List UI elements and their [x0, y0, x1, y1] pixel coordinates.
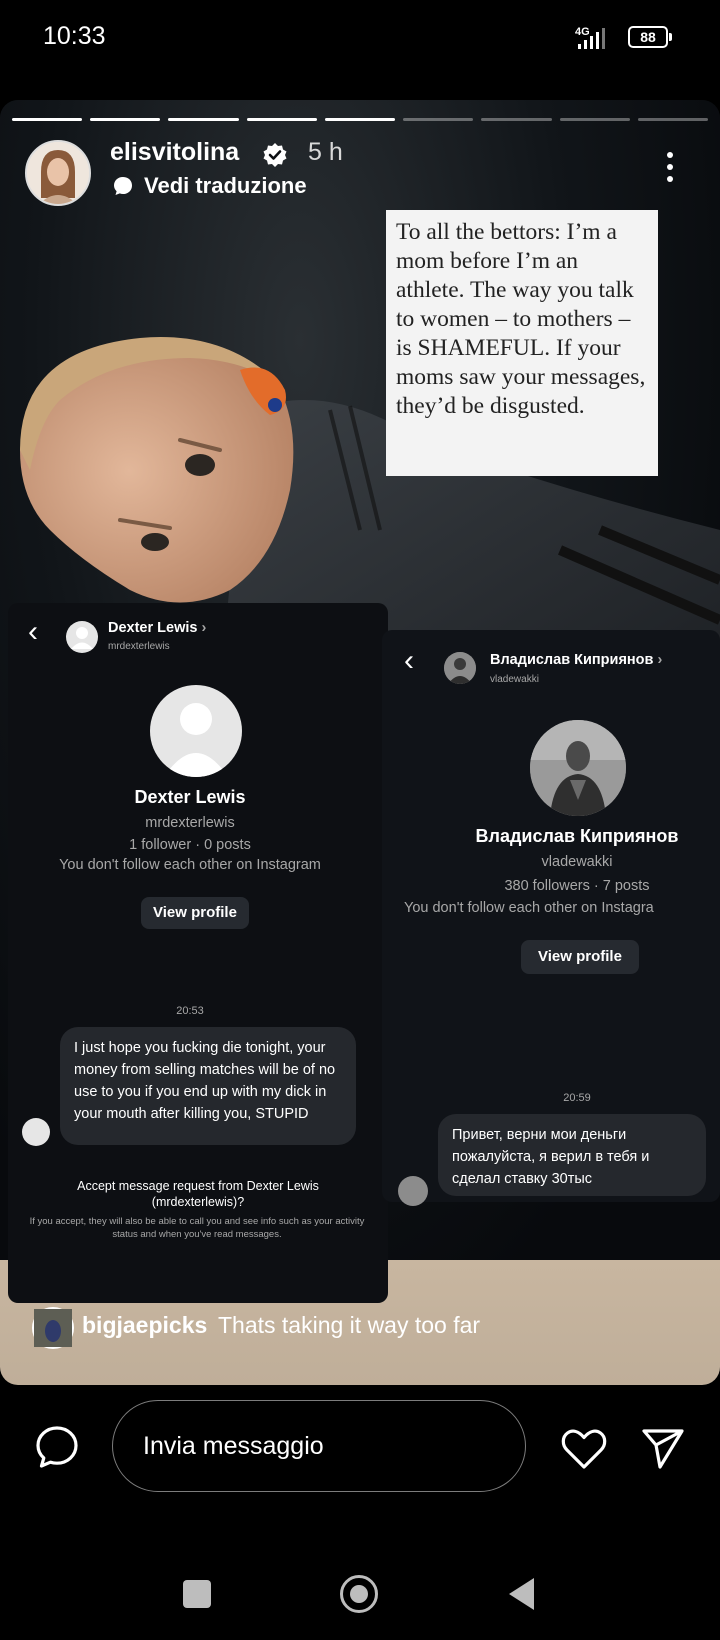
story-text-sticker: To all the bettors: I’m a mom before I’m…	[386, 210, 658, 476]
dm-profile-avatar	[530, 720, 626, 816]
dm-profile-name: Владислав Киприянов	[475, 826, 679, 846]
camera-comment-icon[interactable]	[34, 1424, 80, 1470]
dm-follow-note: You don't follow each other on Instagram	[59, 857, 321, 873]
home-button[interactable]	[340, 1575, 378, 1613]
speech-bubble-icon	[114, 177, 132, 195]
user-photo-icon	[530, 720, 626, 816]
story-progress-segment	[637, 118, 708, 121]
dm-message-bubble: Привет, верни мои деньги пожалуйста, я в…	[438, 1114, 706, 1196]
comment-text: Thats taking it way too far	[218, 1312, 481, 1338]
dm-avatar	[66, 621, 98, 653]
dm-profile-avatar	[150, 685, 242, 777]
default-avatar-icon	[164, 703, 228, 777]
story-progress-segment	[246, 118, 317, 121]
dm-header-handle: mrdexterlewis	[108, 641, 170, 652]
dm-sender-avatar	[398, 1176, 428, 1206]
message-input-placeholder: Invia messaggio	[143, 1432, 324, 1460]
dm-profile-name: Dexter Lewis	[134, 787, 246, 807]
story-progress	[12, 118, 708, 121]
comment-avatar	[32, 1307, 74, 1349]
dm-message-bubble: I just hope you fucking die tonight, you…	[60, 1027, 356, 1145]
status-bar: 10:33 4G 88	[0, 0, 720, 68]
dm-header-handle: vladewakki	[490, 674, 539, 685]
status-time: 10:33	[43, 22, 106, 50]
dm-sender-avatar	[22, 1118, 50, 1146]
message-request-title: Accept message request from Dexter Lewis…	[77, 1179, 319, 1209]
story-time: 5 h	[308, 138, 343, 166]
story-progress-segment	[481, 118, 552, 121]
dm-screenshot-left: ‹ Dexter Lewis › mrdexterlewis Dexter Le…	[8, 603, 388, 1303]
user-photo-icon	[444, 652, 476, 684]
dm-avatar	[444, 652, 476, 684]
story-progress-segment	[559, 118, 630, 121]
avatar-image	[27, 142, 89, 204]
verified-badge-icon	[263, 143, 287, 167]
story-progress-segment	[168, 118, 239, 121]
translate-button[interactable]: Vedi traduzione	[112, 173, 307, 199]
story-progress-segment	[12, 118, 83, 121]
battery-level: 88	[628, 26, 668, 48]
send-icon[interactable]	[640, 1425, 686, 1471]
default-avatar-icon	[71, 627, 93, 649]
back-chevron-icon: ‹	[28, 615, 38, 648]
story-progress-segment	[90, 118, 161, 121]
more-options-icon[interactable]	[660, 152, 680, 186]
story-progress-segment	[324, 118, 396, 121]
story-username[interactable]: elisvitolina	[110, 138, 239, 167]
dm-header-name: Владислав Киприянов ›	[490, 652, 663, 668]
comment-username: bigjaepicks	[82, 1312, 208, 1338]
dm-timestamp: 20:59	[563, 1092, 591, 1104]
story-avatar[interactable]	[25, 140, 91, 206]
view-profile-button: View profile	[521, 940, 639, 974]
comment-avatar-image	[34, 1309, 72, 1347]
dm-screenshot-right: ‹ Владислав Киприянов › vladewakki Влади…	[382, 630, 720, 1206]
message-request-note: If you accept, they will also be able to…	[29, 1216, 365, 1240]
back-chevron-icon: ‹	[404, 644, 414, 677]
battery-icon: 88	[628, 26, 672, 48]
dm-profile-stats: 1 follower · 0 posts	[129, 837, 251, 853]
story-viewer[interactable]: elisvitolina 5 h Vedi traduzione To all …	[0, 100, 720, 1385]
dm-follow-note: You don't follow each other on Instagra	[404, 900, 654, 916]
translate-label: Vedi traduzione	[144, 173, 307, 198]
dm-profile-handle: vladewakki	[541, 854, 613, 870]
view-profile-button: View profile	[141, 897, 249, 929]
dm-profile-stats: 380 followers · 7 posts	[504, 878, 650, 894]
heart-icon[interactable]	[560, 1427, 608, 1471]
dm-header-name: Dexter Lewis ›	[108, 620, 207, 636]
back-button-icon[interactable]	[506, 1576, 538, 1612]
story-progress-segment	[403, 118, 474, 121]
recents-button[interactable]	[183, 1580, 211, 1608]
signal-icon: 4G	[575, 26, 605, 49]
network-type: 4G	[575, 26, 590, 38]
dm-timestamp: 20:53	[176, 1005, 204, 1017]
dm-profile-handle: mrdexterlewis	[145, 815, 235, 831]
